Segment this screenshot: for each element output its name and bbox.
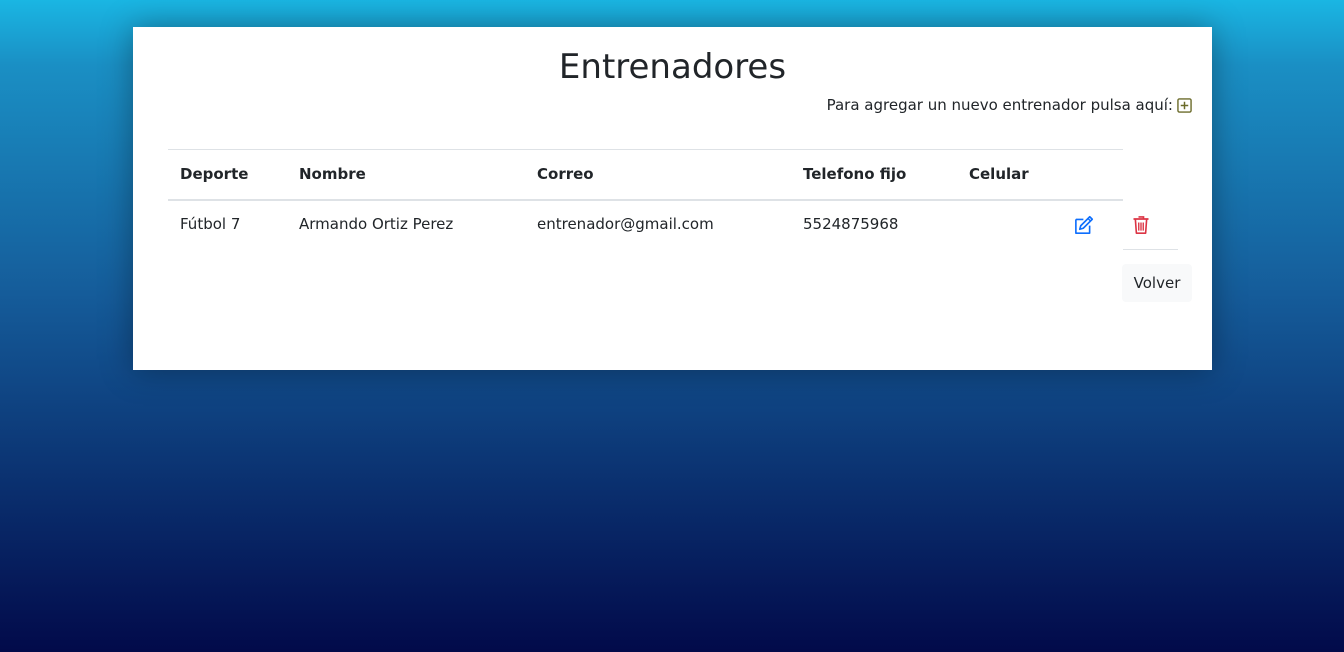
row-divider bbox=[1123, 249, 1178, 250]
trash-icon bbox=[1133, 216, 1149, 234]
delete-coach-button[interactable] bbox=[1132, 215, 1150, 235]
header-celular: Celular bbox=[969, 165, 1029, 183]
coaches-card: Entrenadores Para agregar un nuevo entre… bbox=[133, 27, 1212, 370]
table-header-row: Deporte Nombre Correo Telefono fijo Celu… bbox=[168, 149, 1123, 201]
cell-correo: entrenador@gmail.com bbox=[537, 215, 714, 233]
cell-deporte: Fútbol 7 bbox=[180, 215, 241, 233]
header-nombre: Nombre bbox=[299, 165, 366, 183]
add-coach-prompt: Para agregar un nuevo entrenador pulsa a… bbox=[826, 96, 1173, 114]
add-coach-row: Para agregar un nuevo entrenador pulsa a… bbox=[827, 95, 1192, 115]
table-row: Fútbol 7 Armando Ortiz Perez entrenador@… bbox=[168, 200, 1178, 250]
header-correo: Correo bbox=[537, 165, 594, 183]
page-title: Entrenadores bbox=[558, 47, 787, 87]
plus-square-icon[interactable] bbox=[1177, 97, 1192, 113]
cell-nombre: Armando Ortiz Perez bbox=[299, 215, 454, 233]
header-telefono-fijo: Telefono fijo bbox=[803, 165, 907, 183]
back-button[interactable]: Volver bbox=[1122, 264, 1192, 302]
header-deporte: Deporte bbox=[180, 165, 249, 183]
cell-telefono-fijo: 5524875968 bbox=[803, 215, 899, 233]
edit-coach-button[interactable] bbox=[1074, 215, 1094, 235]
pencil-square-icon bbox=[1075, 215, 1094, 234]
